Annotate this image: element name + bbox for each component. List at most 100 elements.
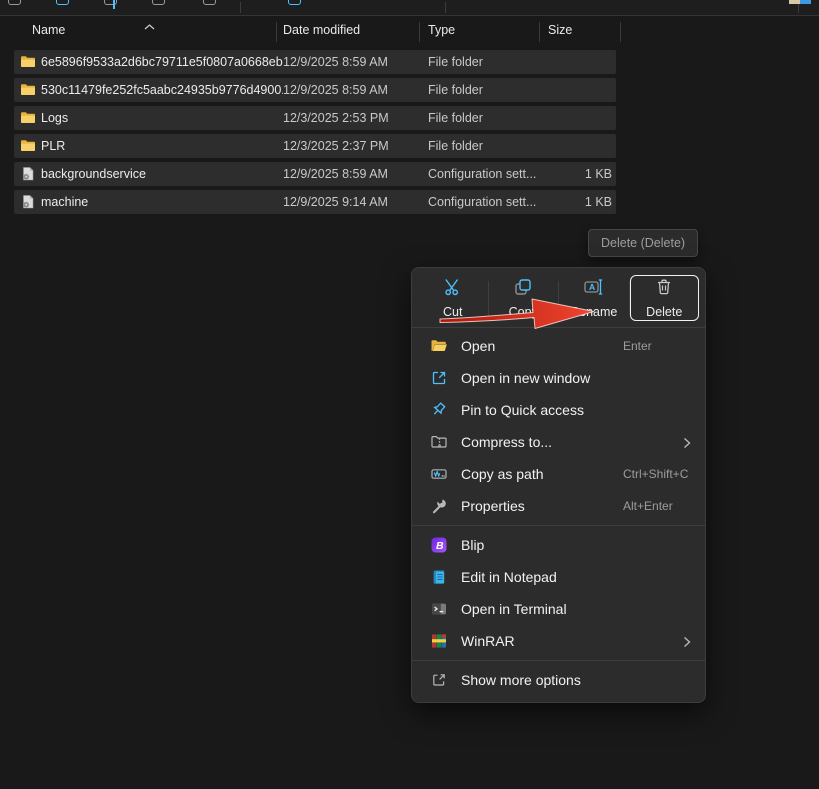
column-divider[interactable] [419,22,420,42]
trash-icon [654,277,674,302]
delete-button[interactable]: Delete [630,275,700,321]
table-row[interactable]: 530c11479fe252fc5aabc24935b9776d4900... … [14,78,616,102]
menu-item-blip[interactable]: B Blip [412,529,705,561]
file-date: 12/9/2025 8:59 AM [283,50,388,74]
svg-text:B: B [436,540,444,552]
menu-item-copy-as-path[interactable]: Copy as path Ctrl+Shift+C [412,458,705,490]
file-type: Configuration sett... [428,190,536,214]
delete-label: Delete [646,305,682,319]
clipped-toolbar-icon[interactable] [203,0,216,5]
table-row[interactable]: PLR 12/3/2025 2:37 PM File folder [14,134,616,158]
menu-separator [412,525,705,526]
column-divider[interactable] [620,22,621,42]
menu-item-show-more-options[interactable]: Show more options [412,664,705,696]
menu-item-label: Blip [461,537,484,553]
menu-item-label: Open in new window [461,370,590,386]
menu-item-open-in-terminal[interactable]: Open in Terminal [412,593,705,625]
table-row[interactable]: backgroundservice 12/9/2025 8:59 AM Conf… [14,162,616,186]
menu-item-compress-to[interactable]: Compress to... [412,426,705,458]
menu-item-label: Copy as path [461,466,544,482]
file-date: 12/9/2025 8:59 AM [283,162,388,186]
cut-button[interactable]: Cut [418,275,488,321]
config-file-icon [20,194,36,210]
zip-folder-icon [430,433,448,451]
terminal-icon [430,600,448,618]
blip-icon: B [430,536,448,554]
scissors-icon [443,277,463,302]
menu-item-label: Open in Terminal [461,601,567,617]
pin-icon [430,401,448,419]
column-divider[interactable] [539,22,540,42]
wrench-icon [430,497,448,515]
context-menu: Cut Copy A Rename Delete Open En [411,267,706,703]
folder-icon [20,110,36,126]
clipped-toolbar-icon[interactable] [8,0,21,5]
rename-label: Rename [570,305,617,319]
menu-item-shortcut: Ctrl+Shift+C [623,467,688,481]
delete-tooltip: Delete (Delete) [588,229,698,257]
file-type: File folder [428,50,483,74]
column-header-size[interactable]: Size [548,23,572,37]
clipped-corner-icon [789,0,811,4]
menu-item-label: WinRAR [461,633,515,649]
rename-button[interactable]: A Rename [559,275,629,321]
file-explorer-window: Name Date modified Type Size 6e5896f9533… [0,0,819,789]
open-new-window-icon [430,369,448,387]
file-size: 1 KB [534,190,612,214]
file-type: File folder [428,134,483,158]
command-bar [0,0,819,16]
menu-item-properties[interactable]: Properties Alt+Enter [412,490,705,522]
menu-item-label: Open [461,338,495,354]
menu-item-label: Show more options [461,672,581,688]
file-name: machine [41,190,283,214]
cut-label: Cut [443,305,462,319]
menu-item-pin-quick-access[interactable]: Pin to Quick access [412,394,705,426]
quick-actions-row: Cut Copy A Rename Delete [418,273,699,323]
table-row[interactable]: Logs 12/3/2025 2:53 PM File folder [14,106,616,130]
file-date: 12/3/2025 2:53 PM [283,106,389,130]
file-type: File folder [428,78,483,102]
folder-icon [20,54,36,70]
folder-icon [20,82,36,98]
copy-icon [513,277,533,302]
file-date: 12/9/2025 9:14 AM [283,190,388,214]
file-size: 1 KB [534,162,612,186]
submenu-chevron-icon [683,635,691,653]
file-name: backgroundservice [41,162,283,186]
column-divider[interactable] [276,22,277,42]
toolbar-divider [445,2,446,13]
clipped-toolbar-icon[interactable] [288,0,301,5]
menu-item-open-in-new-window[interactable]: Open in new window [412,362,705,394]
clipped-toolbar-icon[interactable] [152,0,165,5]
menu-item-open[interactable]: Open Enter [412,330,705,362]
menu-item-label: Pin to Quick access [461,402,584,418]
submenu-chevron-icon [683,436,691,454]
file-date: 12/3/2025 2:37 PM [283,134,389,158]
column-header-type[interactable]: Type [428,23,455,37]
folder-icon [20,138,36,154]
config-file-icon [20,166,36,182]
winrar-icon [430,632,448,650]
file-name: Logs [41,106,283,130]
clipped-toolbar-icon[interactable] [104,0,117,5]
open-folder-icon [430,337,448,355]
menu-item-label: Edit in Notepad [461,569,557,585]
file-type: Configuration sett... [428,162,536,186]
file-name: PLR [41,134,283,158]
menu-items: Open Enter Open in new window Pin to Qui… [412,328,705,696]
menu-item-shortcut: Enter [623,339,652,353]
menu-item-label: Properties [461,498,525,514]
column-header-name[interactable]: Name [32,23,65,37]
show-more-options-icon [430,671,448,689]
column-header-date[interactable]: Date modified [283,23,360,37]
clipped-toolbar-icon[interactable] [56,0,69,5]
table-row[interactable]: machine 12/9/2025 9:14 AM Configuration … [14,190,616,214]
clipped-paste-cursor-icon [113,0,115,9]
menu-item-edit-in-notepad[interactable]: Edit in Notepad [412,561,705,593]
table-row[interactable]: 6e5896f9533a2d6bc79711e5f0807a0668eb... … [14,50,616,74]
list-header: Name Date modified Type Size [0,17,640,45]
toolbar-divider [240,2,241,13]
rename-icon: A [583,277,605,302]
menu-item-winrar[interactable]: WinRAR [412,625,705,657]
copy-button[interactable]: Copy [489,275,559,321]
